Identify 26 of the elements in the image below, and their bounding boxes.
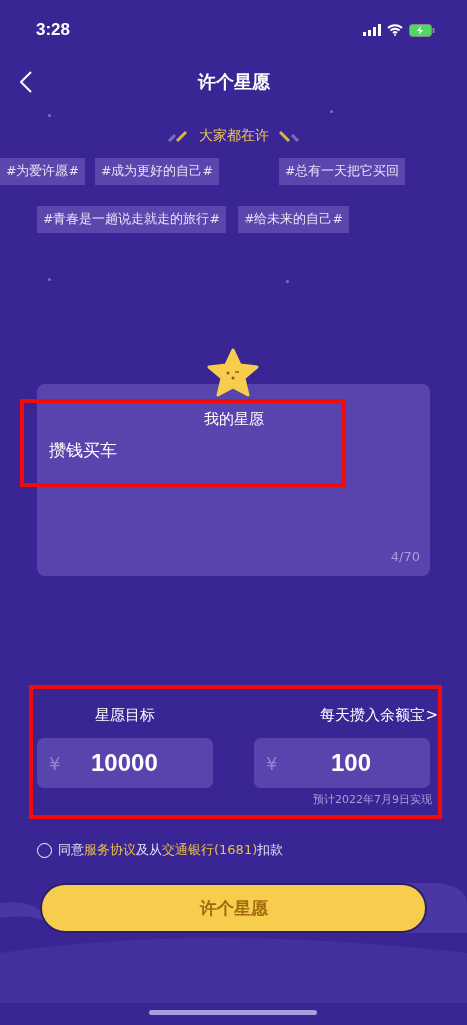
signal-icon (363, 24, 381, 36)
goal-amount-field[interactable]: ¥ 10000 (37, 738, 213, 788)
wish-tag[interactable]: #给未来的自己# (237, 205, 349, 233)
wish-tag[interactable]: #成为更好的自己# (94, 157, 219, 185)
wish-input-field[interactable]: 我的星愿 攒钱买车 4/70 (37, 384, 430, 576)
card-title: 我的星愿 (202, 410, 265, 429)
wish-tag[interactable]: #总有一天把它买回 (278, 157, 406, 185)
page-title: 许个星愿 (197, 70, 270, 94)
wifi-icon (387, 24, 403, 36)
wish-text: 攒钱买车 (49, 439, 117, 462)
agreement-link[interactable]: 交通银行(1681) (162, 842, 258, 857)
daily-amount-field[interactable]: ¥ 100 (254, 738, 430, 788)
agreement-text: 同意服务协议及从交通银行(1681)扣款 (58, 841, 284, 859)
agreement-link[interactable]: 服务协议 (84, 842, 136, 857)
status-time: 3:28 (36, 20, 71, 40)
back-icon[interactable] (20, 71, 32, 93)
goal-label: 星愿目标 (95, 706, 155, 726)
character-counter: 4/70 (390, 549, 420, 564)
estimate-text: 预计2022年7月9日实现 (313, 792, 432, 807)
smiling-star-icon (206, 348, 260, 398)
wish-tag[interactable]: #为爱许愿# (0, 157, 85, 185)
pencil-icon (276, 130, 301, 142)
section-title: 大家都在许 (198, 127, 269, 145)
wish-tag[interactable]: #青春是一趟说走就走的旅行# (37, 205, 226, 233)
daily-deposit-link[interactable]: 每天攒入余额宝> (320, 706, 438, 730)
battery-charging-icon (409, 23, 435, 37)
